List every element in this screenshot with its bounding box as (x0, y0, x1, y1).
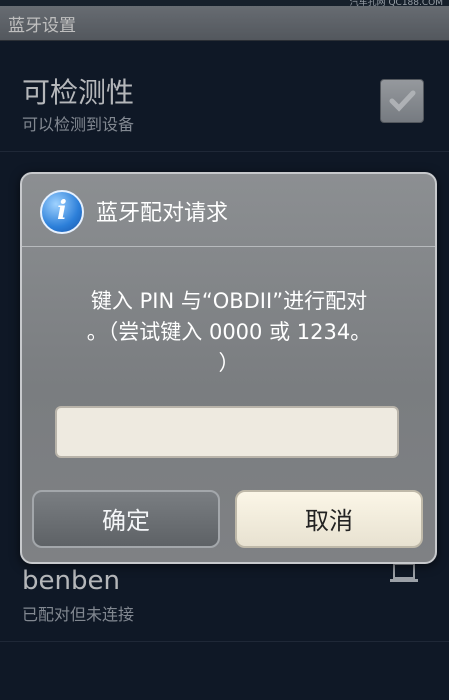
dialog-message: 键入 PIN 与“OBDII”进行配对 。（尝试键入 0000 或 1234。 … (86, 289, 372, 375)
dialog-header: i 蓝牙配对请求 (22, 174, 435, 247)
ok-button[interactable]: 确定 (32, 490, 220, 548)
cancel-button[interactable]: 取消 (235, 490, 423, 548)
info-icon: i (40, 190, 84, 234)
dialog-title: 蓝牙配对请求 (96, 201, 229, 226)
bluetooth-pairing-dialog: i 蓝牙配对请求 键入 PIN 与“OBDII”进行配对 。（尝试键入 0000… (20, 172, 437, 564)
pin-input[interactable] (55, 406, 399, 458)
